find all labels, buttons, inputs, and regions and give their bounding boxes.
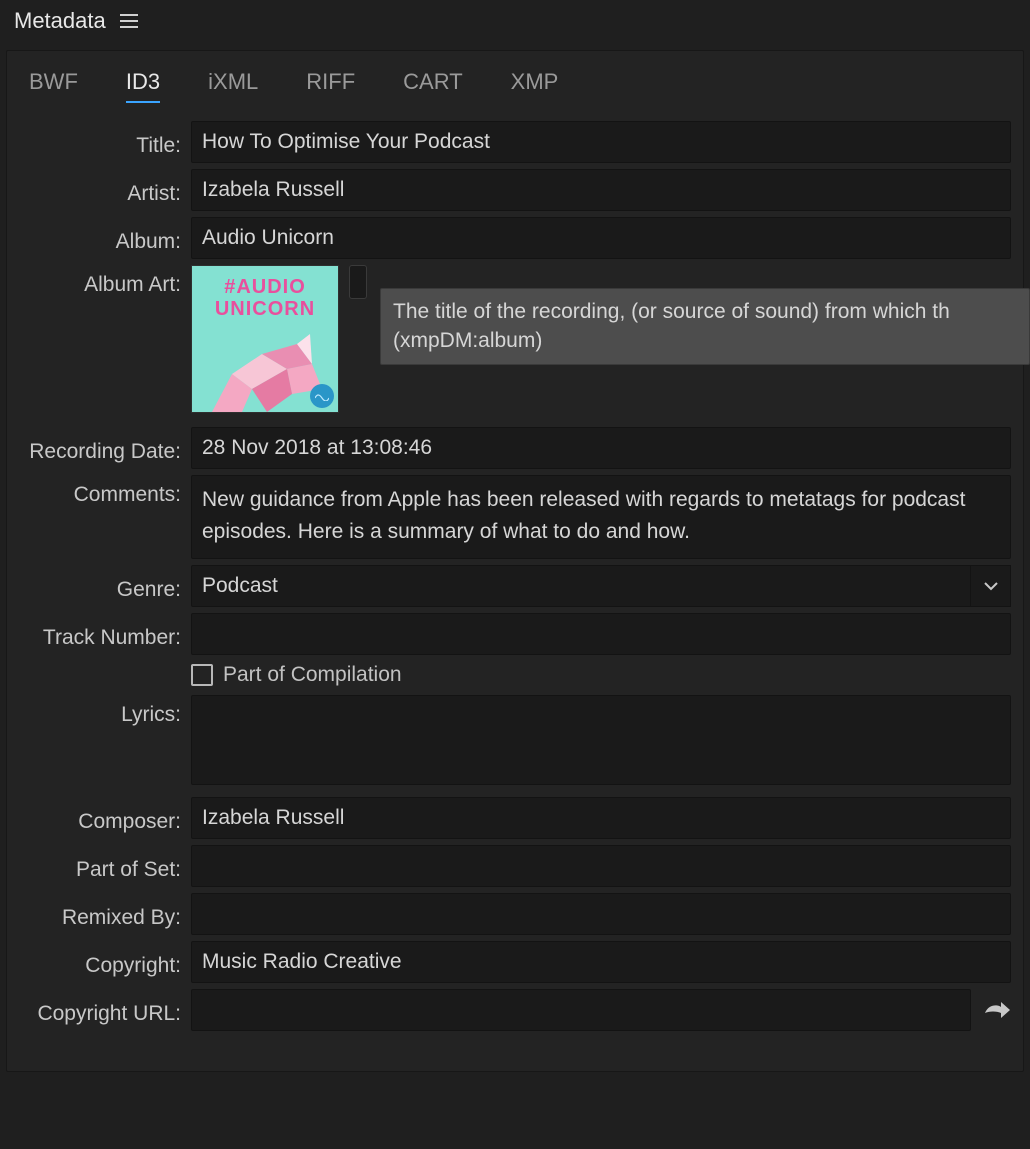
genre-dropdown-button[interactable] [971, 565, 1011, 607]
label-part-of-set: Part of Set: [19, 850, 181, 882]
panel-header: Metadata [0, 0, 1030, 44]
tab-cart[interactable]: CART [403, 69, 463, 103]
label-part-of-compilation: Part of Compilation [223, 663, 402, 687]
lyrics-textarea[interactable] [191, 695, 1011, 785]
track-number-input[interactable] [191, 613, 1011, 655]
tab-riff[interactable]: RIFF [306, 69, 355, 103]
album-input[interactable] [191, 217, 1011, 259]
label-remixed-by: Remixed By: [19, 898, 181, 930]
label-track-number: Track Number: [19, 618, 181, 650]
label-copyright-url: Copyright URL: [19, 994, 181, 1026]
label-lyrics: Lyrics: [19, 695, 181, 727]
open-url-icon[interactable] [983, 999, 1011, 1021]
brand-badge-icon [310, 384, 334, 408]
tab-xmp[interactable]: XMP [511, 69, 559, 103]
label-recording-date: Recording Date: [19, 432, 181, 464]
remixed-by-input[interactable] [191, 893, 1011, 935]
panel-menu-icon[interactable] [120, 14, 138, 28]
label-comments: Comments: [19, 475, 181, 507]
copyright-input[interactable] [191, 941, 1011, 983]
copyright-url-input[interactable] [191, 989, 971, 1031]
field-help-tooltip: The title of the recording, (or source o… [380, 288, 1030, 365]
tab-id3[interactable]: ID3 [126, 69, 160, 103]
genre-input[interactable] [191, 565, 971, 607]
tab-bwf[interactable]: BWF [29, 69, 78, 103]
tab-ixml[interactable]: iXML [208, 69, 258, 103]
album-art-upload-chip[interactable] [349, 265, 367, 299]
album-art-text-line2: UNICORN [215, 298, 315, 320]
label-album: Album: [19, 222, 181, 254]
recording-date-input[interactable] [191, 427, 1011, 469]
album-art-thumbnail[interactable]: #AUDIO UNICORN [191, 265, 339, 413]
tooltip-line2: (xmpDM:album) [393, 326, 1017, 355]
panel-body: BWF ID3 iXML RIFF CART XMP Title: Artist… [6, 50, 1024, 1072]
label-composer: Composer: [19, 802, 181, 834]
label-genre: Genre: [19, 570, 181, 602]
part-of-set-input[interactable] [191, 845, 1011, 887]
album-art-text-line1: #AUDIO [224, 276, 306, 298]
label-artist: Artist: [19, 174, 181, 206]
artist-input[interactable] [191, 169, 1011, 211]
panel-title: Metadata [14, 8, 106, 34]
label-copyright: Copyright: [19, 946, 181, 978]
metadata-tabs: BWF ID3 iXML RIFF CART XMP [15, 67, 1015, 121]
tooltip-line1: The title of the recording, (or source o… [393, 300, 950, 323]
composer-input[interactable] [191, 797, 1011, 839]
part-of-compilation-checkbox[interactable] [191, 664, 213, 686]
chevron-down-icon [983, 581, 999, 591]
label-album-art: Album Art: [19, 265, 181, 297]
id3-form: Title: Artist: Album: Album Art: #AUDIO … [15, 121, 1015, 1031]
title-input[interactable] [191, 121, 1011, 163]
label-title: Title: [19, 126, 181, 158]
comments-textarea[interactable]: New guidance from Apple has been release… [191, 475, 1011, 559]
